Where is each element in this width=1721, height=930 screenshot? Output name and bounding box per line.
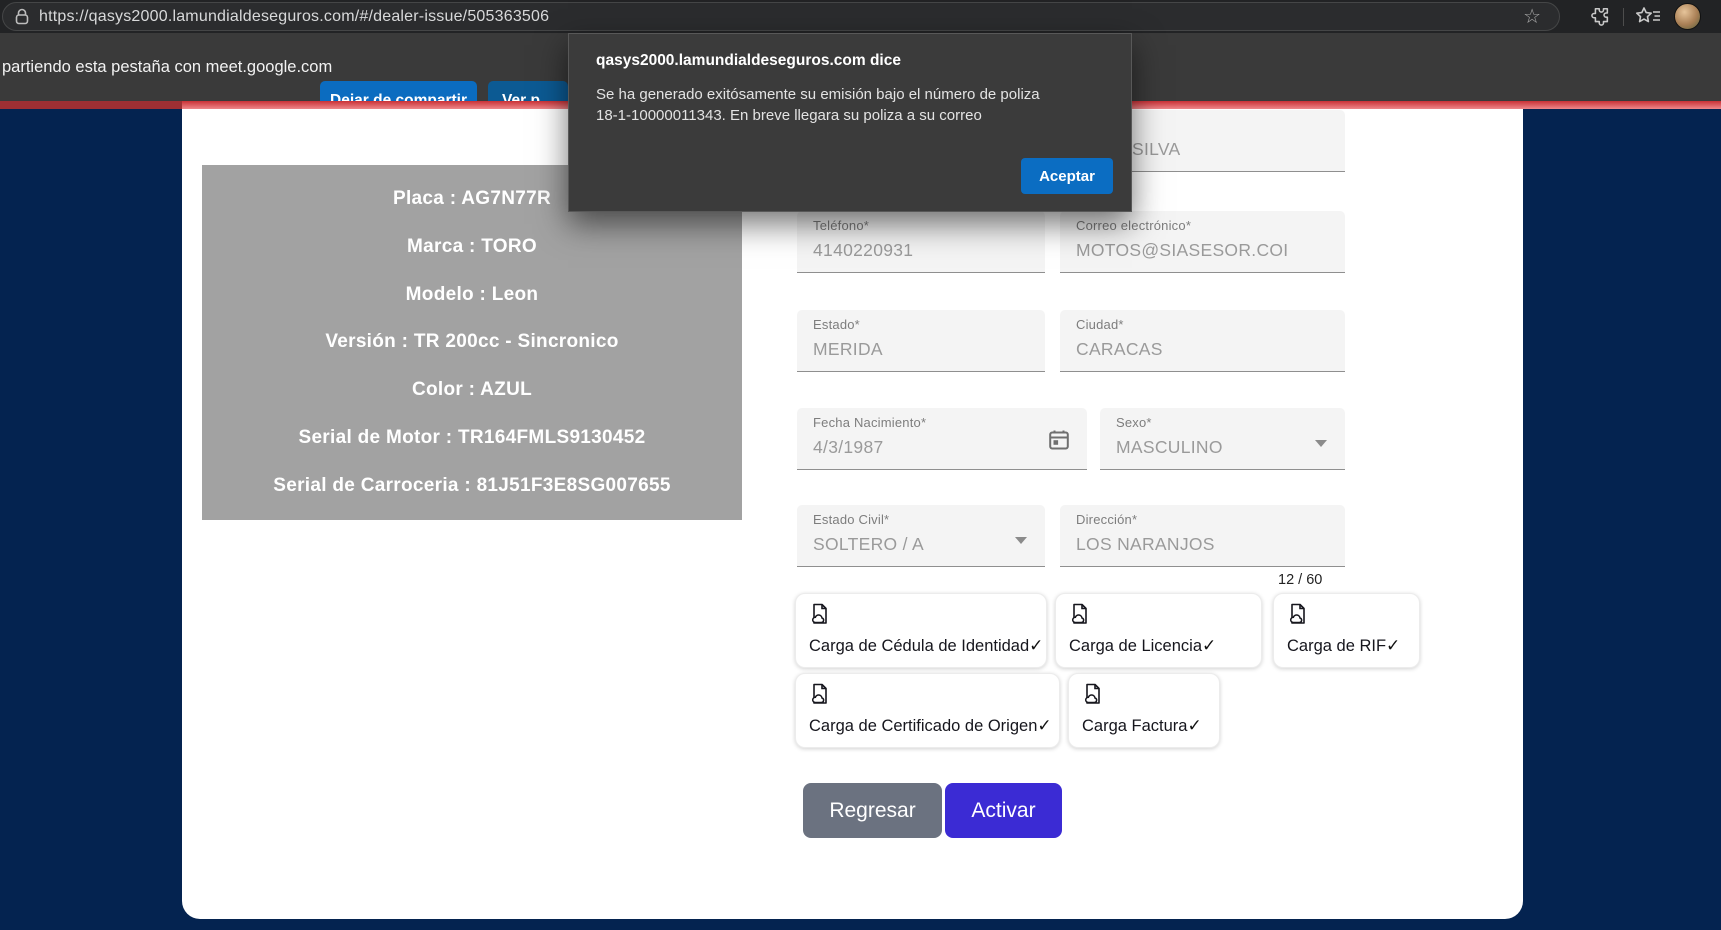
estado-civil-select[interactable]: Estado Civil* SOLTERO / A — [797, 505, 1045, 567]
direccion-label: Dirección* — [1076, 512, 1137, 527]
content-card: Placa : AG7N77R Marca : TORO Modelo : Le… — [182, 109, 1523, 919]
bookmark-star-icon[interactable]: ☆ — [1523, 4, 1541, 31]
check-icon: ✓ — [1037, 716, 1051, 735]
vehicle-model: Modelo : Leon — [202, 284, 742, 306]
upload-label: Carga de RIF — [1287, 637, 1386, 655]
vehicle-color: Color : AZUL — [202, 379, 742, 401]
profile-avatar[interactable] — [1674, 3, 1701, 30]
upload-label: Carga Factura — [1082, 717, 1187, 735]
upload-rif-button[interactable]: Carga de RIF✓ — [1273, 593, 1420, 668]
check-icon: ✓ — [1029, 636, 1043, 655]
estado-civil-label: Estado Civil* — [813, 512, 889, 527]
direccion-field[interactable]: Dirección* LOS NARANJOS — [1060, 505, 1345, 567]
share-banner-message: partiendo esta pestaña con meet.google.c… — [2, 33, 332, 101]
browser-window: https://qasys2000.lamundialdeseguros.com… — [0, 0, 1721, 930]
upload-cedula-button[interactable]: Carga de Cédula de Identidad✓ — [795, 593, 1047, 668]
file-upload-icon — [809, 603, 831, 625]
sexo-value: MASCULINO — [1116, 437, 1223, 458]
char-counter: 12 / 60 — [1278, 572, 1322, 588]
app-header-red-line-shade — [0, 101, 182, 109]
check-icon: ✓ — [1202, 636, 1216, 655]
extensions-icon[interactable] — [1589, 6, 1611, 28]
check-icon: ✓ — [1187, 716, 1201, 735]
fecha-nacimiento-field[interactable]: Fecha Nacimiento* 4/3/1987 — [797, 408, 1087, 470]
vehicle-brand: Marca : TORO — [202, 236, 742, 258]
upload-licencia-button[interactable]: Carga de Licencia✓ — [1055, 593, 1262, 668]
upload-certificado-button[interactable]: Carga de Certificado de Origen✓ — [795, 673, 1060, 748]
alert-dialog: qasys2000.lamundialdeseguros.com dice Se… — [568, 33, 1132, 212]
alert-dialog-message-line2: 18-1-10000011343. En breve llegara su po… — [596, 107, 982, 124]
check-icon: ✓ — [1386, 636, 1400, 655]
apellido-value: SILVA — [1132, 139, 1181, 160]
correo-label: Correo electrónico* — [1076, 218, 1191, 233]
estado-civil-value: SOLTERO / A — [813, 534, 924, 555]
fecha-nacimiento-label: Fecha Nacimiento* — [813, 415, 926, 430]
toolbar-separator — [1623, 8, 1624, 26]
aceptar-button[interactable]: Aceptar — [1021, 158, 1113, 194]
upload-factura-button[interactable]: Carga Factura✓ — [1068, 673, 1220, 748]
correo-field[interactable]: Correo electrónico* MOTOS@SIASESOR.COI — [1060, 211, 1345, 273]
chevron-down-icon — [1315, 440, 1327, 447]
vehicle-version: Versión : TR 200cc - Sincronico — [202, 331, 742, 353]
calendar-icon[interactable] — [1047, 428, 1071, 452]
browser-toolbar: https://qasys2000.lamundialdeseguros.com… — [0, 0, 1721, 33]
file-upload-icon — [809, 683, 831, 705]
address-bar[interactable]: https://qasys2000.lamundialdeseguros.com… — [2, 2, 1560, 31]
fecha-nacimiento-value: 4/3/1987 — [813, 437, 884, 458]
activar-button[interactable]: Activar — [945, 783, 1062, 838]
file-upload-icon — [1287, 603, 1309, 625]
estado-label: Estado* — [813, 317, 860, 332]
upload-label: Carga de Licencia — [1069, 637, 1202, 655]
telefono-value: 4140220931 — [813, 240, 913, 261]
ciudad-value: CARACAS — [1076, 339, 1163, 360]
alert-dialog-title: qasys2000.lamundialdeseguros.com dice — [596, 52, 901, 70]
sexo-select[interactable]: Sexo* MASCULINO — [1100, 408, 1345, 470]
direccion-value: LOS NARANJOS — [1076, 534, 1215, 555]
vehicle-engine-serial: Serial de Motor : TR164FMLS9130452 — [202, 427, 742, 449]
telefono-label: Teléfono* — [813, 218, 869, 233]
telefono-field[interactable]: Teléfono* 4140220931 — [797, 211, 1045, 273]
ciudad-label: Ciudad* — [1076, 317, 1124, 332]
favorites-collections-icon[interactable] — [1634, 6, 1662, 28]
estado-value: MERIDA — [813, 339, 883, 360]
file-upload-icon — [1069, 603, 1091, 625]
sexo-label: Sexo* — [1116, 415, 1152, 430]
ciudad-field[interactable]: Ciudad* CARACAS — [1060, 310, 1345, 372]
correo-value: MOTOS@SIASESOR.COI — [1076, 240, 1288, 261]
upload-label: Carga de Cédula de Identidad — [809, 637, 1029, 655]
chevron-down-icon — [1015, 537, 1027, 544]
file-upload-icon — [1082, 683, 1104, 705]
url-text[interactable]: https://qasys2000.lamundialdeseguros.com… — [39, 8, 549, 26]
regresar-button[interactable]: Regresar — [803, 783, 942, 838]
vehicle-body-serial: Serial de Carroceria : 81J51F3E8SG007655 — [202, 475, 742, 497]
vehicle-info-panel: Placa : AG7N77R Marca : TORO Modelo : Le… — [202, 165, 742, 520]
lock-icon[interactable] — [12, 7, 32, 27]
upload-label: Carga de Certificado de Origen — [809, 717, 1037, 735]
alert-dialog-message-line1: Se ha generado exitósamente su emisión b… — [596, 86, 1040, 103]
estado-field[interactable]: Estado* MERIDA — [797, 310, 1045, 372]
